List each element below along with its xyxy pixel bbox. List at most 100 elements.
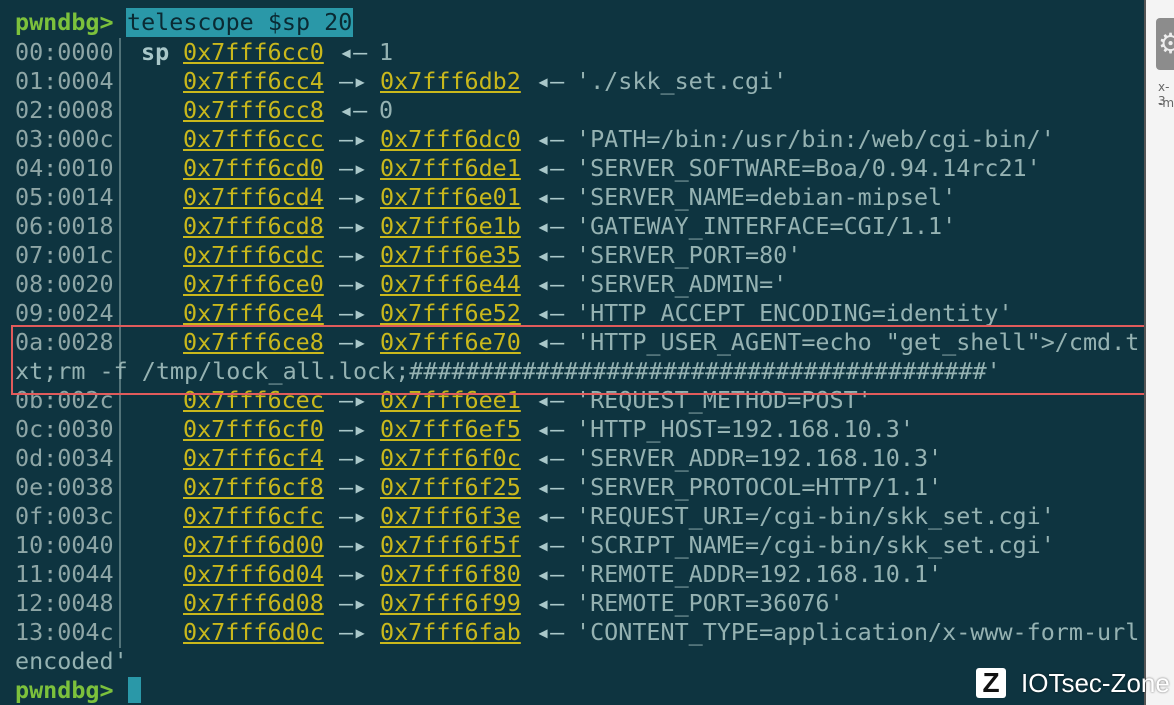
stack-address: 0x7fff6ce0 [183,270,324,298]
stack-value: 'SERVER_ADDR=192.168.10.3' [576,444,943,472]
pointer-arrow: —▸ [339,531,368,559]
value-arrow: ◂— [339,38,368,66]
stack-value: 'REQUEST_URI=/cgi-bin/skk_set.cgi' [576,502,1055,530]
stack-address: 0x7fff6ccc [183,125,324,153]
value-arrow: ◂— [536,589,565,617]
stack-address: 0x7fff6cdc [183,241,324,269]
stack-address: 0x7fff6cc0 [183,38,324,66]
stack-value: 1 [379,38,394,66]
pointer-arrow: —▸ [339,415,368,443]
stack-offset: 08:0020 [15,270,114,298]
stack-address: 0x7fff6cd8 [183,212,324,240]
final-prompt-line: pwndbg> [15,676,114,705]
value-arrow: ◂— [536,531,565,559]
stack-offset: 05:0014 [15,183,114,211]
stack-value: 'GATEWAY_INTERFACE=CGI/1.1' [576,212,957,240]
stack-value-continued: encoded' [15,647,128,675]
target-address: 0x7fff6dc0 [380,125,521,153]
value-arrow: ◂— [536,299,565,327]
value-arrow: ◂— [339,96,368,124]
stack-offset: 10:0040 [15,531,114,559]
pointer-arrow: —▸ [339,67,368,95]
value-arrow: ◂— [536,241,565,269]
stack-offset: 01:0004 [15,67,114,95]
stack-offset: 13:004c [15,618,114,646]
value-arrow: ◂— [536,125,565,153]
pointer-arrow: —▸ [339,589,368,617]
value-arrow: ◂— [536,154,565,182]
command-line: pwndbg> telescope $sp 20 [15,8,354,37]
stack-value: 'SCRIPT_NAME=/cgi-bin/skk_set.cgi' [576,531,1055,559]
value-arrow: ◂— [536,270,565,298]
pointer-arrow: —▸ [339,618,368,646]
target-address: 0x7fff6e1b [380,212,521,240]
stack-address: 0x7fff6cfc [183,502,324,530]
stack-value: 'HTTP_ACCEPT_ENCODING=identity' [576,299,1013,327]
target-address: 0x7fff6fab [380,618,521,646]
value-arrow: ◂— [536,444,565,472]
value-arrow: ◂— [536,618,565,646]
stack-address: 0x7fff6cc4 [183,67,324,95]
pointer-arrow: —▸ [339,473,368,501]
stack-address: 0x7fff6d08 [183,589,324,617]
stack-address: 0x7fff6cd4 [183,183,324,211]
pointer-arrow: —▸ [339,299,368,327]
target-address: 0x7fff6db2 [380,67,521,95]
stack-value: 'CONTENT_TYPE=application/x-www-form-url [576,618,1140,646]
stack-address: 0x7fff6ce4 [183,299,324,327]
target-address: 0x7fff6e52 [380,299,521,327]
target-address: 0x7fff6e35 [380,241,521,269]
value-arrow: ◂— [536,473,565,501]
target-address: 0x7fff6e44 [380,270,521,298]
pointer-arrow: —▸ [339,444,368,472]
stack-address: 0x7fff6cf0 [183,415,324,443]
target-address: 0x7fff6ef5 [380,415,521,443]
target-address: 0x7fff6e01 [380,183,521,211]
target-address: 0x7fff6f5f [380,531,521,559]
value-arrow: ◂— [536,560,565,588]
stack-value: 'PATH=/bin:/usr/bin:/web/cgi-bin/' [576,125,1055,153]
stack-value: 'SERVER_SOFTWARE=Boa/0.94.14rc21' [576,154,1041,182]
value-arrow: ◂— [536,415,565,443]
pointer-arrow: —▸ [339,502,368,530]
stack-offset: 06:0018 [15,212,114,240]
stack-value: 'REMOTE_PORT=36076' [576,589,844,617]
stack-offset: 07:001c [15,241,114,269]
stack-offset: 0d:0034 [15,444,114,472]
stack-address: 0x7fff6cf4 [183,444,324,472]
prompt: pwndbg> [15,8,114,36]
watermark-text: IOTsec-Zone [1021,668,1170,698]
stack-value: 'SERVER_NAME=debian-mipsel' [576,183,957,211]
pointer-arrow: —▸ [339,241,368,269]
stack-offset: 12:0048 [15,589,114,617]
stack-offset: 04:0010 [15,154,114,182]
background-window-edge: ⚙ x-3 -m [1144,0,1174,705]
stack-offset: 11:0044 [15,560,114,588]
stack-offset: 09:0024 [15,299,114,327]
pointer-arrow: —▸ [339,212,368,240]
stack-offset: 0f:003c [15,502,114,530]
stack-offset: 02:0008 [15,96,114,124]
target-address: 0x7fff6f25 [380,473,521,501]
value-arrow: ◂— [536,502,565,530]
value-arrow: ◂— [536,212,565,240]
side-text-2: -m [1158,96,1174,110]
terminal-window[interactable]: pwndbg> telescope $sp 20 00:0000 sp 0x7fff… [0,0,1166,705]
target-address: 0x7fff6de1 [380,154,521,182]
highlight-box [11,325,1166,395]
stack-value: 0 [379,96,394,124]
stack-address: 0x7fff6d04 [183,560,324,588]
stack-offset: 0c:0030 [15,415,114,443]
stack-offset: 0e:0038 [15,473,114,501]
target-address: 0x7fff6f0c [380,444,521,472]
target-address: 0x7fff6f99 [380,589,521,617]
stack-value: 'SERVER_PORT=80' [576,241,802,269]
stack-address: 0x7fff6d00 [183,531,324,559]
terminal-cursor [128,677,141,703]
screen: pwndbg> telescope $sp 20 00:0000 sp 0x7fff… [0,0,1174,705]
stack-address: 0x7fff6cf8 [183,473,324,501]
pointer-arrow: —▸ [339,183,368,211]
value-arrow: ◂— [536,67,565,95]
value-arrow: ◂— [536,183,565,211]
stack-value: './skk_set.cgi' [576,67,788,95]
